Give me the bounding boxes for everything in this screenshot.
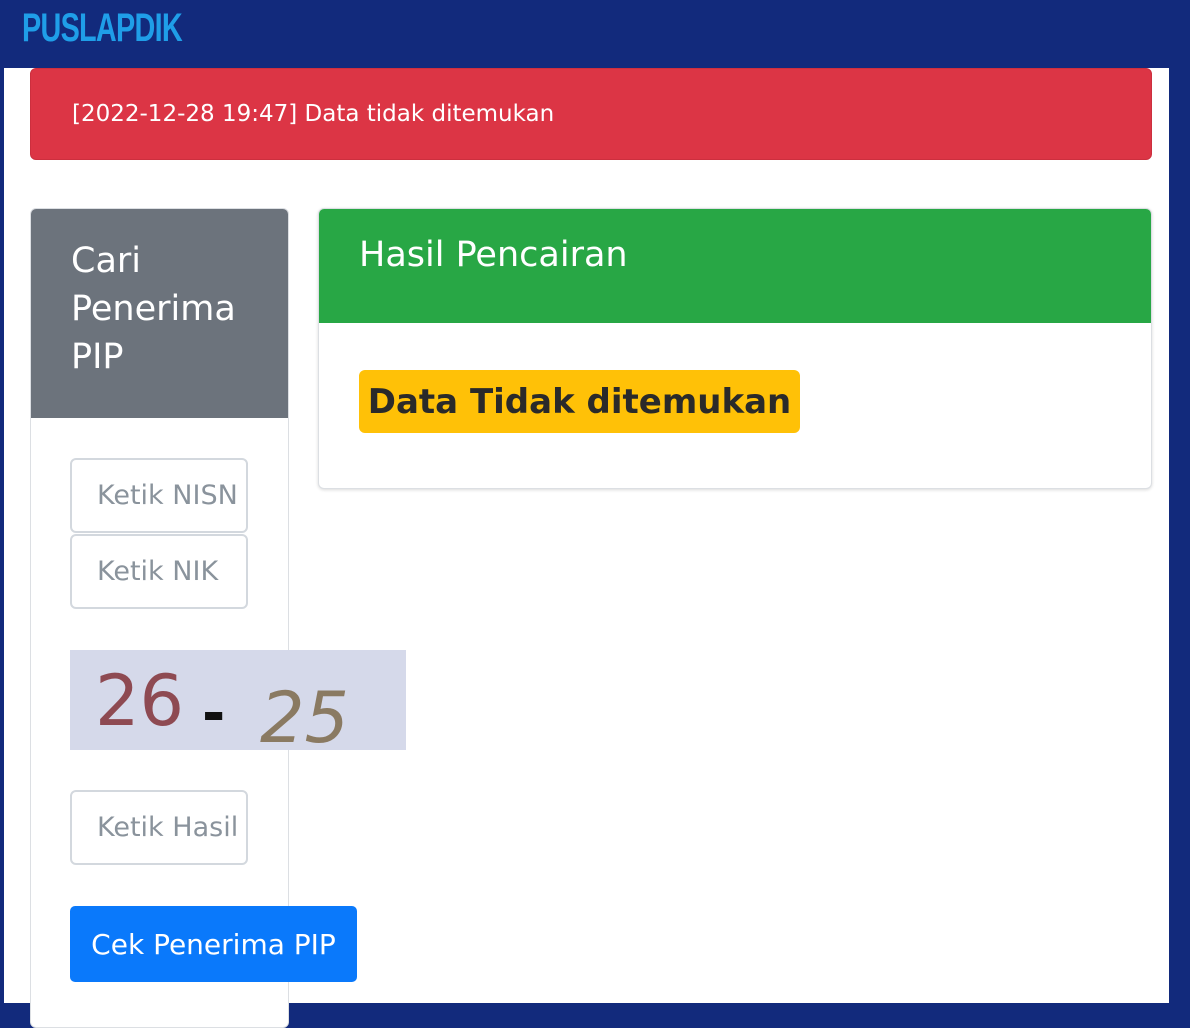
error-alert: [2022-12-28 19:47] Data tidak ditemukan bbox=[30, 68, 1152, 160]
nik-placeholder: Ketik NIK bbox=[97, 556, 219, 587]
brand-logo[interactable]: PUSLAPDIK bbox=[22, 4, 183, 52]
captcha-graphic: 26 - 25 bbox=[70, 650, 406, 750]
nik-input[interactable]: Ketik NIK bbox=[70, 534, 248, 609]
nisn-placeholder: Ketik NISN bbox=[97, 480, 238, 511]
not-found-badge: Data Tidak ditemukan bbox=[359, 370, 800, 433]
captcha-image: 26 - 25 bbox=[70, 650, 406, 750]
captcha-left-number: 26 bbox=[95, 660, 184, 742]
search-card: Cari Penerima PIP bbox=[30, 208, 289, 1028]
captcha-operator: - bbox=[202, 681, 225, 746]
captcha-right-number: 25 bbox=[260, 677, 349, 750]
check-recipient-button[interactable]: Cek Penerima PIP bbox=[70, 906, 357, 982]
captcha-answer-input[interactable]: Ketik Hasil bbox=[70, 790, 248, 865]
search-card-title: Cari Penerima PIP bbox=[31, 209, 288, 418]
navbar: PUSLAPDIK bbox=[0, 0, 1190, 68]
alert-message: [2022-12-28 19:47] Data tidak ditemukan bbox=[72, 101, 555, 127]
result-card: Hasil Pencairan Data Tidak ditemukan bbox=[318, 208, 1152, 489]
captcha-answer-placeholder: Ketik Hasil bbox=[97, 812, 239, 843]
result-card-title: Hasil Pencairan bbox=[319, 209, 1151, 323]
nisn-input[interactable]: Ketik NISN bbox=[70, 458, 248, 533]
